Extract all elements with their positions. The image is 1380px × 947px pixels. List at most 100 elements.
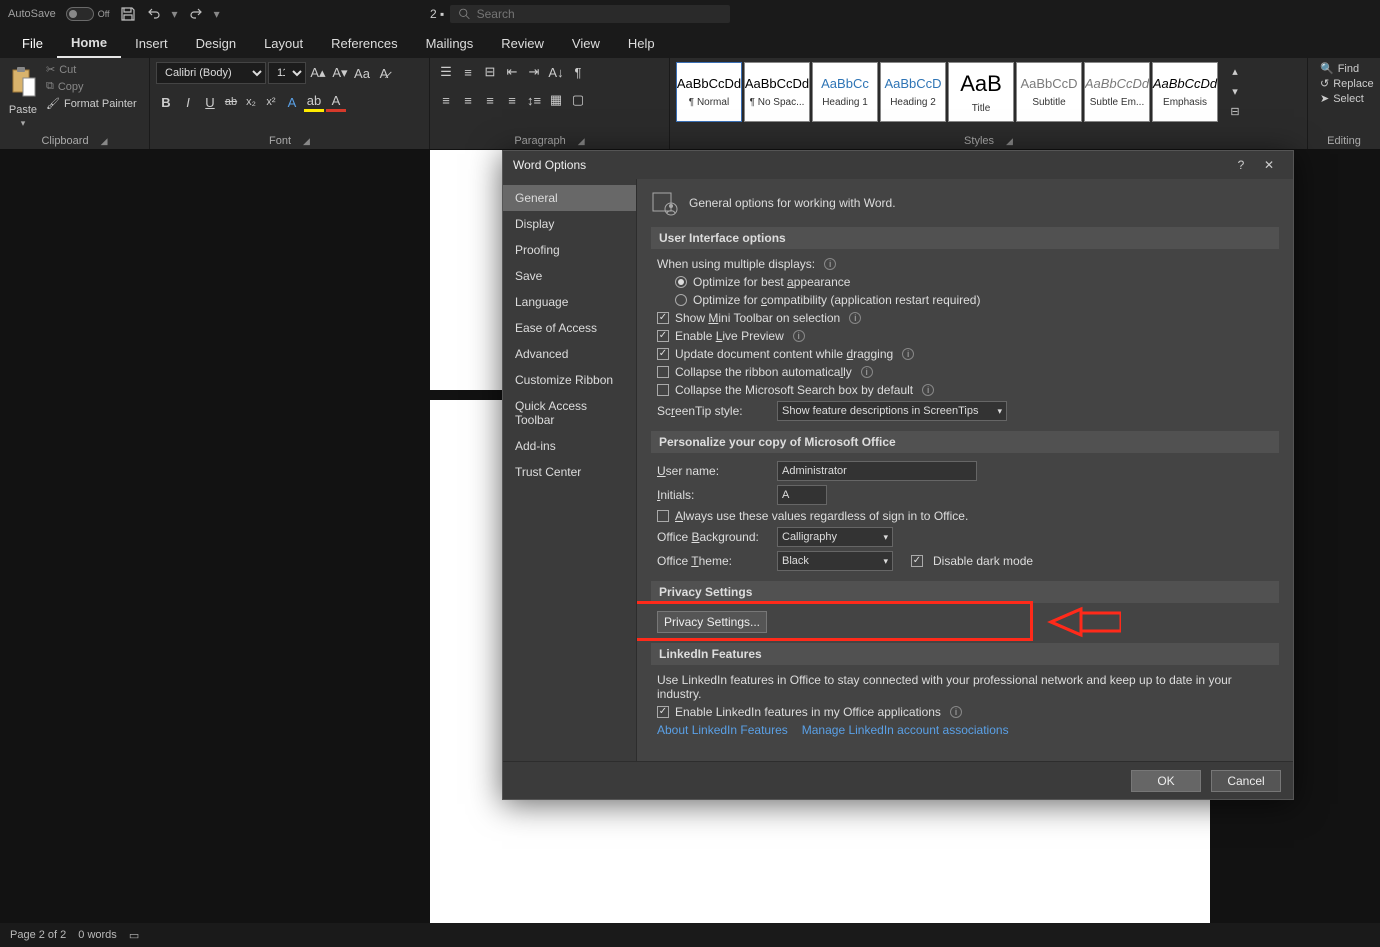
sidebar-item-advanced[interactable]: Advanced [503,341,636,367]
paste-dropdown[interactable]: ▾ [21,118,26,129]
style-card--normal[interactable]: AaBbCcDd¶ Normal [676,62,742,122]
grow-font-icon[interactable]: A▴ [308,63,328,83]
sidebar-item-display[interactable]: Display [503,211,636,237]
cancel-button[interactable]: Cancel [1211,770,1281,792]
save-icon[interactable] [120,6,136,22]
sidebar-item-ease-of-access[interactable]: Ease of Access [503,315,636,341]
sidebar-item-general[interactable]: General [503,185,636,211]
file-tab[interactable]: File [8,30,57,57]
font-color-icon[interactable]: A [326,92,346,112]
sidebar-item-add-ins[interactable]: Add-ins [503,433,636,459]
style-card--no-spac-[interactable]: AaBbCcDd¶ No Spac... [744,62,810,122]
style-card-heading-2[interactable]: AaBbCcDHeading 2 [880,62,946,122]
styles-gallery[interactable]: AaBbCcDd¶ NormalAaBbCcDd¶ No Spac...AaBb… [676,62,1218,122]
linkedin-enable-check[interactable]: Enable LinkedIn features in my Office ap… [657,705,1279,719]
info-icon[interactable]: i [902,348,914,360]
font-name-combo[interactable]: Calibri (Body) [156,62,266,84]
initials-input[interactable] [777,485,827,505]
style-card-subtitle[interactable]: AaBbCcDSubtitle [1016,62,1082,122]
search-input[interactable] [477,7,722,21]
office-background-combo[interactable]: Calligraphy▾ [777,527,893,547]
sidebar-item-language[interactable]: Language [503,289,636,315]
styles-up-icon[interactable]: ▴ [1226,62,1244,80]
increase-indent-icon[interactable]: ⇥ [524,62,544,82]
align-center-icon[interactable]: ≡ [458,90,478,110]
multilevel-icon[interactable]: ⊟ [480,62,500,82]
redo-icon[interactable] [188,6,204,22]
sidebar-item-save[interactable]: Save [503,263,636,289]
cut-button[interactable]: ✂Cut [44,62,139,77]
underline-icon[interactable]: U [200,92,220,112]
info-icon[interactable]: i [793,330,805,342]
font-size-combo[interactable]: 11 [268,62,306,84]
disable-dark-checkbox[interactable] [911,555,923,567]
always-use-check[interactable]: Always use these values regardless of si… [657,509,1279,523]
copy-button[interactable]: ⧉Copy [44,79,139,94]
tab-insert[interactable]: Insert [121,30,182,57]
clear-format-icon[interactable]: A̷ [374,63,394,83]
word-count[interactable]: 0 words [78,929,117,941]
strike-icon[interactable]: ab [222,93,240,111]
linkedin-manage-link[interactable]: Manage LinkedIn account associations [802,723,1009,737]
paste-button[interactable] [6,62,40,102]
align-right-icon[interactable]: ≡ [480,90,500,110]
help-button[interactable]: ? [1227,158,1255,172]
username-input[interactable] [777,461,977,481]
styles-launcher[interactable]: ◢ [1006,136,1013,147]
line-spacing-icon[interactable]: ↕≡ [524,90,544,110]
tab-review[interactable]: Review [487,30,558,57]
tab-design[interactable]: Design [182,30,250,57]
font-launcher[interactable]: ◢ [303,136,310,147]
highlight-icon[interactable]: ab [304,92,324,112]
styles-more-icon[interactable]: ⊟ [1226,102,1244,120]
align-left-icon[interactable]: ≡ [436,90,456,110]
sidebar-item-quick-access-toolbar[interactable]: Quick Access Toolbar [503,393,636,433]
styles-down-icon[interactable]: ▾ [1226,82,1244,100]
text-effects-icon[interactable]: A [282,92,302,112]
shading-icon[interactable]: ▦ [546,90,566,110]
shrink-font-icon[interactable]: A▾ [330,63,350,83]
linkedin-about-link[interactable]: About LinkedIn Features [657,723,788,737]
search-box[interactable] [450,5,730,23]
mini-toolbar-check[interactable]: Show Mini Toolbar on selectioni [657,311,1279,325]
tab-layout[interactable]: Layout [250,30,317,57]
office-theme-combo[interactable]: Black▾ [777,551,893,571]
show-marks-icon[interactable]: ¶ [568,62,588,82]
tab-mailings[interactable]: Mailings [412,30,488,57]
info-icon[interactable]: i [861,366,873,378]
opt-appearance-radio[interactable]: Optimize for best appearance [675,275,1279,289]
sidebar-item-customize-ribbon[interactable]: Customize Ribbon [503,367,636,393]
decrease-indent-icon[interactable]: ⇤ [502,62,522,82]
select-button[interactable]: ➤Select [1320,92,1374,105]
screentip-combo[interactable]: Show feature descriptions in ScreenTips▾ [777,401,1007,421]
info-icon[interactable]: i [922,384,934,396]
info-icon[interactable]: i [849,312,861,324]
ok-button[interactable]: OK [1131,770,1201,792]
tab-references[interactable]: References [317,30,411,57]
bold-icon[interactable]: B [156,92,176,112]
replace-button[interactable]: ↺Replace [1320,77,1374,90]
sort-icon[interactable]: A↓ [546,62,566,82]
borders-icon[interactable]: ▢ [568,90,588,110]
page-count[interactable]: Page 2 of 2 [10,929,66,941]
justify-icon[interactable]: ≡ [502,90,522,110]
subscript-icon[interactable]: x₂ [242,93,260,111]
update-drag-check[interactable]: Update document content while draggingi [657,347,1279,361]
style-card-subtle-em-[interactable]: AaBbCcDdSubtle Em... [1084,62,1150,122]
sidebar-item-proofing[interactable]: Proofing [503,237,636,263]
collapse-ribbon-check[interactable]: Collapse the ribbon automaticallyi [657,365,1279,379]
info-icon[interactable]: i [824,258,836,270]
qat-more[interactable]: ▾ [214,7,220,21]
undo-icon[interactable] [146,6,162,22]
format-painter-button[interactable]: 🖌Format Painter [44,96,139,111]
tab-help[interactable]: Help [614,30,669,57]
undo-dropdown[interactable]: ▾ [172,7,178,21]
find-button[interactable]: 🔍Find [1320,62,1374,75]
tab-view[interactable]: View [558,30,614,57]
info-icon[interactable]: i [950,706,962,718]
italic-icon[interactable]: I [178,92,198,112]
style-card-title[interactable]: AaBTitle [948,62,1014,122]
collapse-search-check[interactable]: Collapse the Microsoft Search box by def… [657,383,1279,397]
style-card-heading-1[interactable]: AaBbCcHeading 1 [812,62,878,122]
spelling-icon[interactable]: ▭ [129,929,139,942]
